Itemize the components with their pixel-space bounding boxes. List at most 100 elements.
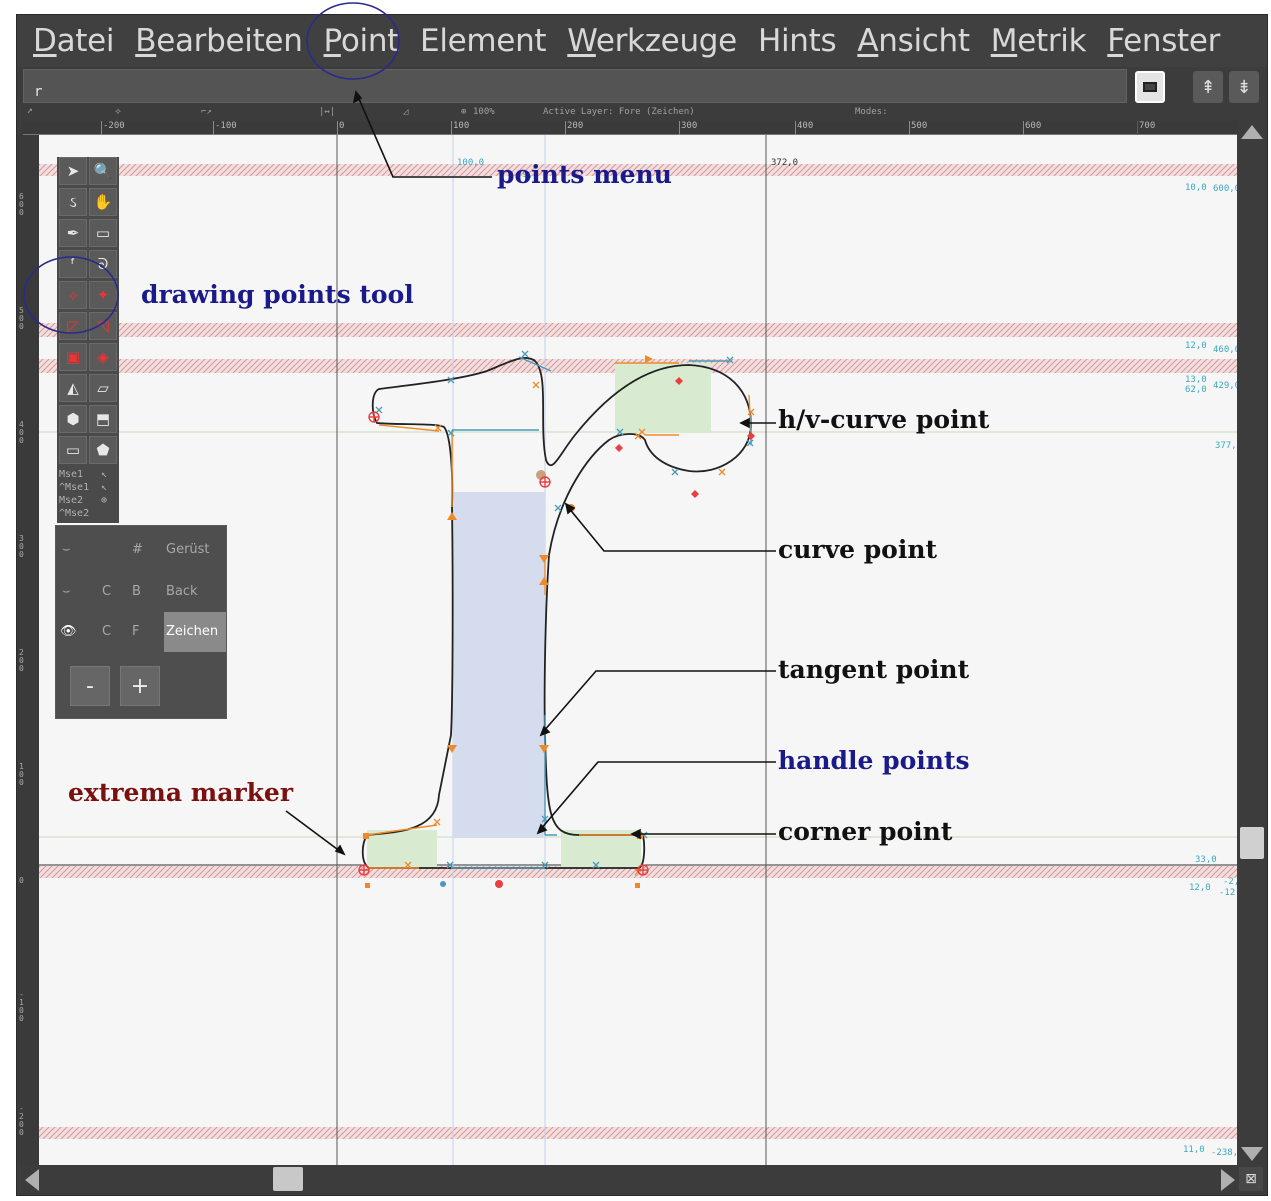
perspective-tool[interactable]: ⬒ bbox=[89, 405, 117, 433]
guide-label: 429,0 bbox=[1213, 381, 1237, 391]
annotation-drawing-points-tool: drawing points tool bbox=[141, 280, 414, 309]
add-curve-point-tool[interactable]: ⟡ bbox=[59, 281, 87, 309]
glyph-text-field[interactable]: r bbox=[23, 69, 1127, 103]
skew-tool[interactable]: ▱ bbox=[89, 374, 117, 402]
flip-tool[interactable]: ◭ bbox=[59, 374, 87, 402]
knife-tool[interactable]: ✒ bbox=[59, 219, 87, 247]
scale-icon: ▣ bbox=[65, 348, 81, 366]
magnify-tool[interactable]: 🔍 bbox=[89, 157, 117, 185]
layer-row-zeichen[interactable]: 👁 C F Zeichen bbox=[56, 612, 226, 652]
ruler-label: 0 bbox=[339, 121, 345, 131]
ruler-label: 700 bbox=[1139, 121, 1156, 131]
ruler-label: -200 bbox=[103, 121, 125, 131]
menu-hints[interactable]: Hints bbox=[758, 23, 837, 59]
guide-label: 11,0 bbox=[1183, 1145, 1205, 1155]
scale-tool[interactable]: ▣ bbox=[59, 343, 87, 371]
annotation-points-menu: points menu bbox=[497, 160, 672, 189]
layer-type: # bbox=[132, 542, 143, 557]
layer-name: Back bbox=[166, 584, 198, 599]
menu-element[interactable]: Element bbox=[420, 23, 547, 59]
ruler-label: 300 bbox=[681, 121, 698, 131]
info-bar: ➚ ⟡ ⌐↗ |↔| ◿ ⊕ 100% Active Layer: Fore (… bbox=[23, 105, 1237, 121]
guide-label: -12,0 bbox=[1219, 888, 1237, 898]
vruler-label: 400 bbox=[19, 420, 24, 445]
freehand-tool[interactable]: ઽ bbox=[59, 188, 87, 216]
rotate-tool[interactable]: ◈ bbox=[89, 343, 117, 371]
foreground-layer-button[interactable] bbox=[1135, 71, 1165, 103]
cube-icon: ⬢ bbox=[66, 410, 80, 428]
eye-open-icon: 👁 bbox=[60, 624, 77, 639]
menu-metrik[interactable]: Metrik bbox=[991, 23, 1087, 59]
arrow-icon: ↖ bbox=[101, 469, 108, 480]
menu-bearbeiten[interactable]: Bearbeiten bbox=[135, 23, 303, 59]
hv-point-icon: ✦ bbox=[96, 286, 110, 304]
pentagon-icon: ⬟ bbox=[96, 441, 110, 459]
menu-datei[interactable]: Datei bbox=[33, 23, 115, 59]
rectangle-tool[interactable]: ▭ bbox=[59, 436, 87, 464]
add-corner-point-tool[interactable]: ◸ bbox=[59, 312, 87, 340]
vruler-label: 200 bbox=[19, 648, 24, 673]
layer-row-geruest[interactable]: ⌣ # Gerüst bbox=[56, 530, 226, 570]
menu-ansicht[interactable]: Ansicht bbox=[857, 23, 970, 59]
resize-grip-icon[interactable]: ⊠ bbox=[1239, 1167, 1263, 1191]
curve-point-icon: ⟡ bbox=[68, 286, 78, 304]
eye-closed-icon: ⌣ bbox=[62, 542, 71, 557]
ruler-label: -100 bbox=[215, 121, 237, 131]
guide-label: 62,0 bbox=[1185, 385, 1207, 395]
rotate-icon: ◈ bbox=[97, 348, 109, 366]
guide-label: 377,0 bbox=[1215, 441, 1237, 451]
vruler-label: 600 bbox=[19, 192, 24, 217]
horizontal-scrollbar[interactable] bbox=[23, 1165, 1237, 1193]
layer-type: B bbox=[132, 584, 141, 599]
eye-closed-icon: ⌣ bbox=[62, 584, 71, 599]
anchor-up-button[interactable]: ⇞ bbox=[1193, 71, 1223, 103]
scroll-left-icon[interactable] bbox=[25, 1169, 39, 1191]
glyph-outline[interactable] bbox=[361, 357, 752, 869]
vertical-scrollbar[interactable] bbox=[1237, 121, 1267, 1165]
serif-hint bbox=[615, 363, 711, 433]
active-layer-label: Active Layer: Fore (Zeichen) bbox=[543, 107, 695, 117]
handle-lines bbox=[366, 362, 752, 869]
add-layer-button[interactable]: + bbox=[120, 666, 160, 706]
anchor-down-button[interactable]: ⇟ bbox=[1229, 71, 1259, 103]
add-tangent-point-tool[interactable]: ◹ bbox=[89, 312, 117, 340]
layer-row-back[interactable]: ⌣ C B Back bbox=[56, 572, 226, 612]
serif-hint bbox=[367, 830, 437, 868]
scroll-down-icon[interactable] bbox=[1241, 1147, 1263, 1161]
ruler-tool[interactable]: ▭ bbox=[89, 219, 117, 247]
pointer-tool[interactable]: ➤ bbox=[59, 157, 87, 185]
remove-layer-button[interactable]: - bbox=[70, 666, 110, 706]
guide-band bbox=[39, 1127, 1237, 1139]
3d-rotate-tool[interactable]: ⬢ bbox=[59, 405, 87, 433]
pen-tool[interactable]: ᶠ bbox=[59, 250, 87, 278]
scroll-right-icon[interactable] bbox=[1221, 1169, 1235, 1191]
magnifier-icon: 🔍 bbox=[93, 162, 113, 180]
menubar: Datei Bearbeiten Point Element Werkzeuge… bbox=[17, 15, 1267, 67]
ruler-label: 500 bbox=[911, 121, 928, 131]
spiro-tool[interactable]: ᘐ bbox=[89, 250, 117, 278]
angle-icon: ◿ bbox=[403, 107, 409, 117]
tangent-point-icon: ◹ bbox=[97, 317, 109, 335]
scroll-tool[interactable]: ✋ bbox=[89, 188, 117, 216]
vruler-label: -100 bbox=[19, 990, 24, 1023]
arrow-icon: ↖ bbox=[101, 482, 108, 493]
layer-type: F bbox=[132, 624, 140, 639]
vertical-scroll-thumb[interactable] bbox=[1240, 827, 1264, 859]
add-hv-curve-point-tool[interactable]: ✦ bbox=[89, 281, 117, 309]
mouse2-label: Mse2 bbox=[59, 495, 84, 506]
ruler-label: 600 bbox=[1025, 121, 1042, 131]
layer-icon bbox=[1143, 82, 1157, 92]
guide-label: 12,0 bbox=[1189, 883, 1211, 893]
menu-werkzeuge[interactable]: Werkzeuge bbox=[567, 23, 737, 59]
vertical-ruler: 600 500 400 300 200 100 0 -100 -200 bbox=[17, 135, 39, 1165]
horizontal-scroll-thumb[interactable] bbox=[273, 1167, 303, 1191]
scroll-up-icon[interactable] bbox=[1241, 125, 1263, 139]
menu-point[interactable]: Point bbox=[324, 23, 400, 59]
menu-fenster[interactable]: Fenster bbox=[1107, 23, 1220, 59]
freehand-icon: ઽ bbox=[69, 193, 77, 211]
polygon-tool[interactable]: ⬟ bbox=[89, 436, 117, 464]
annotation-handle-points: handle points bbox=[778, 746, 970, 775]
vruler-label: 300 bbox=[19, 534, 24, 559]
coord-label: 372,0 bbox=[771, 158, 798, 168]
zoom-level: 100% bbox=[473, 107, 495, 117]
